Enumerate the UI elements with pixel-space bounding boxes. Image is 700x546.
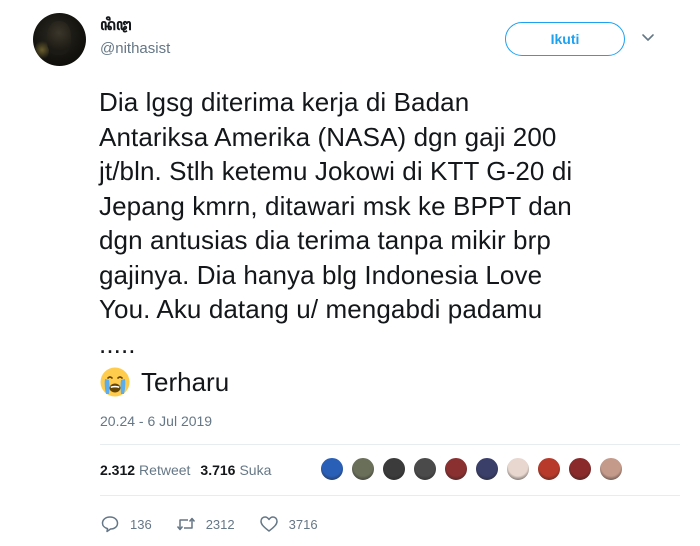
user-handle[interactable]: @nithasist <box>100 40 170 57</box>
emoji-caption: Terharu <box>141 366 230 397</box>
liker-avatar[interactable] <box>444 457 468 481</box>
liker-avatar[interactable] <box>320 457 344 481</box>
retweet-stat-label[interactable]: Retweet <box>139 462 190 478</box>
liker-avatars <box>320 457 630 481</box>
like-action[interactable]: 3716 <box>259 514 318 534</box>
retweet-stat-count[interactable]: 2.312 <box>100 462 135 478</box>
retweet-icon <box>176 517 195 531</box>
like-stat-count[interactable]: 3.716 <box>200 462 235 478</box>
reply-action[interactable]: 136 <box>100 514 152 534</box>
liker-avatar[interactable] <box>568 457 592 481</box>
retweet-action[interactable]: 2312 <box>176 514 235 534</box>
reply-icon <box>101 516 119 533</box>
like-count: 3716 <box>288 516 318 532</box>
liker-avatar[interactable] <box>382 457 406 481</box>
divider-top <box>100 444 680 445</box>
crying-face-emoji-icon <box>100 367 130 397</box>
heart-icon <box>259 516 278 532</box>
tweet-timestamp[interactable]: 20.24 - 6 Jul 2019 <box>100 413 212 429</box>
liker-avatar[interactable] <box>537 457 561 481</box>
tweet-text: Dia lgsg diterima kerja di Badan Antarik… <box>99 87 573 359</box>
liker-avatar[interactable] <box>599 457 623 481</box>
reply-count: 136 <box>130 516 152 532</box>
tweet-actions: 136 2312 3716 <box>100 510 342 538</box>
user-avatar[interactable] <box>33 13 86 66</box>
retweet-count: 2312 <box>205 516 235 532</box>
liker-avatar[interactable] <box>351 457 375 481</box>
avatar-figure <box>47 21 71 55</box>
chevron-down-icon[interactable] <box>641 30 655 44</box>
liker-avatar[interactable] <box>413 457 437 481</box>
tweet-stats: 2.312 Retweet 3.716 Suka <box>100 455 281 485</box>
follow-button[interactable]: Ikuti <box>505 22 625 56</box>
liker-avatar[interactable] <box>506 457 530 481</box>
liker-avatar[interactable] <box>475 457 499 481</box>
tweet-emoji-line: Terharu <box>99 362 229 402</box>
like-stat-label[interactable]: Suka <box>239 462 271 478</box>
divider-bottom <box>100 495 680 496</box>
